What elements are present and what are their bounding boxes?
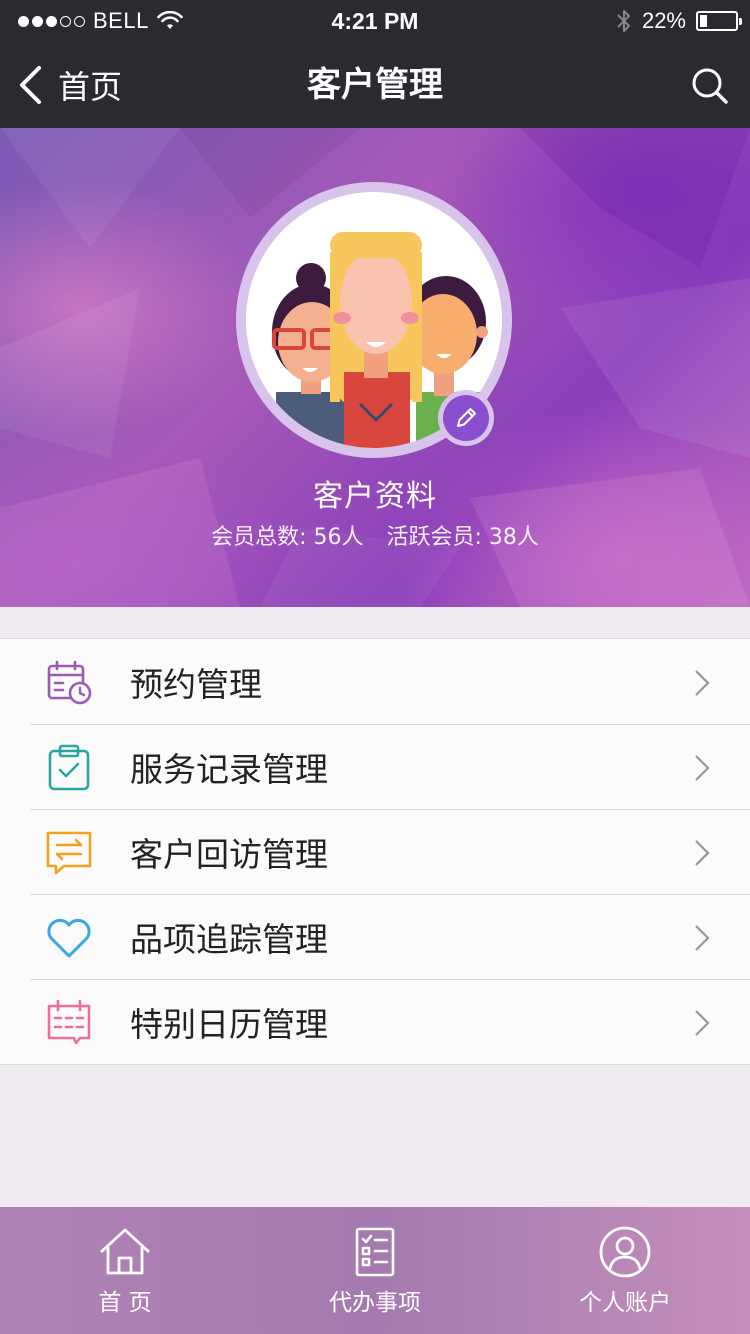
tab-label: 代办事项 bbox=[329, 1290, 421, 1316]
tab-todo[interactable]: 代办事项 bbox=[250, 1207, 500, 1334]
chat-arrows-icon bbox=[46, 831, 92, 875]
status-bar: BELL 4:21 PM 22% bbox=[0, 0, 750, 42]
menu-item-label: 客户回访管理 bbox=[130, 834, 328, 874]
chevron-right-icon bbox=[695, 925, 710, 951]
management-menu: 预约管理 服务记录管理 客户回访管理 品项追踪管理 特别日历管理 bbox=[0, 638, 750, 1065]
chevron-right-icon bbox=[695, 755, 710, 781]
menu-item-label: 品项追踪管理 bbox=[130, 919, 328, 959]
clipboard-check-icon bbox=[48, 744, 90, 791]
tab-account[interactable]: 个人账户 bbox=[500, 1207, 750, 1334]
member-stats: 会员总数: 56人 活跃会员: 38人 bbox=[0, 519, 750, 551]
edit-avatar-button[interactable] bbox=[438, 390, 494, 446]
search-icon[interactable] bbox=[690, 66, 730, 106]
menu-item-label: 预约管理 bbox=[130, 664, 262, 704]
tab-label: 首 页 bbox=[98, 1290, 152, 1316]
menu-item-label: 服务记录管理 bbox=[130, 749, 328, 789]
battery-percent: 22% bbox=[641, 8, 686, 33]
battery-icon bbox=[696, 11, 742, 31]
calendar-clock-icon bbox=[47, 660, 92, 705]
menu-item-special-calendar[interactable]: 特别日历管理 bbox=[0, 979, 750, 1064]
calendar-grid-icon bbox=[47, 999, 91, 1045]
chevron-right-icon bbox=[695, 1010, 710, 1036]
home-icon bbox=[100, 1228, 150, 1275]
nav-bar: 首页 客户管理 bbox=[0, 42, 750, 128]
page-title: 客户管理 bbox=[307, 65, 443, 105]
tab-label: 个人账户 bbox=[579, 1290, 671, 1316]
menu-item-follow-up-visits[interactable]: 客户回访管理 bbox=[0, 809, 750, 894]
checklist-icon bbox=[355, 1227, 395, 1277]
menu-item-label: 特别日历管理 bbox=[130, 1004, 328, 1044]
profile-hero: 客户资料 会员总数: 56人 活跃会员: 38人 bbox=[0, 128, 750, 607]
chevron-right-icon bbox=[695, 670, 710, 696]
member-total: 会员总数: 56人 bbox=[211, 525, 364, 550]
chevron-right-icon bbox=[695, 840, 710, 866]
customer-profile-title: 客户资料 bbox=[313, 479, 437, 514]
tab-bar: 首 页 代办事项 个人账户 bbox=[0, 1207, 750, 1334]
heart-icon bbox=[47, 918, 91, 958]
member-active: 活跃会员: 38人 bbox=[386, 525, 539, 550]
menu-item-appointments[interactable]: 预约管理 bbox=[0, 639, 750, 724]
menu-item-service-records[interactable]: 服务记录管理 bbox=[0, 724, 750, 809]
user-icon bbox=[599, 1226, 651, 1278]
bluetooth-icon bbox=[617, 10, 630, 32]
pencil-icon bbox=[457, 408, 476, 427]
profile-avatar[interactable] bbox=[236, 182, 512, 458]
menu-item-item-tracking[interactable]: 品项追踪管理 bbox=[0, 894, 750, 979]
tab-home[interactable]: 首 页 bbox=[0, 1207, 250, 1334]
